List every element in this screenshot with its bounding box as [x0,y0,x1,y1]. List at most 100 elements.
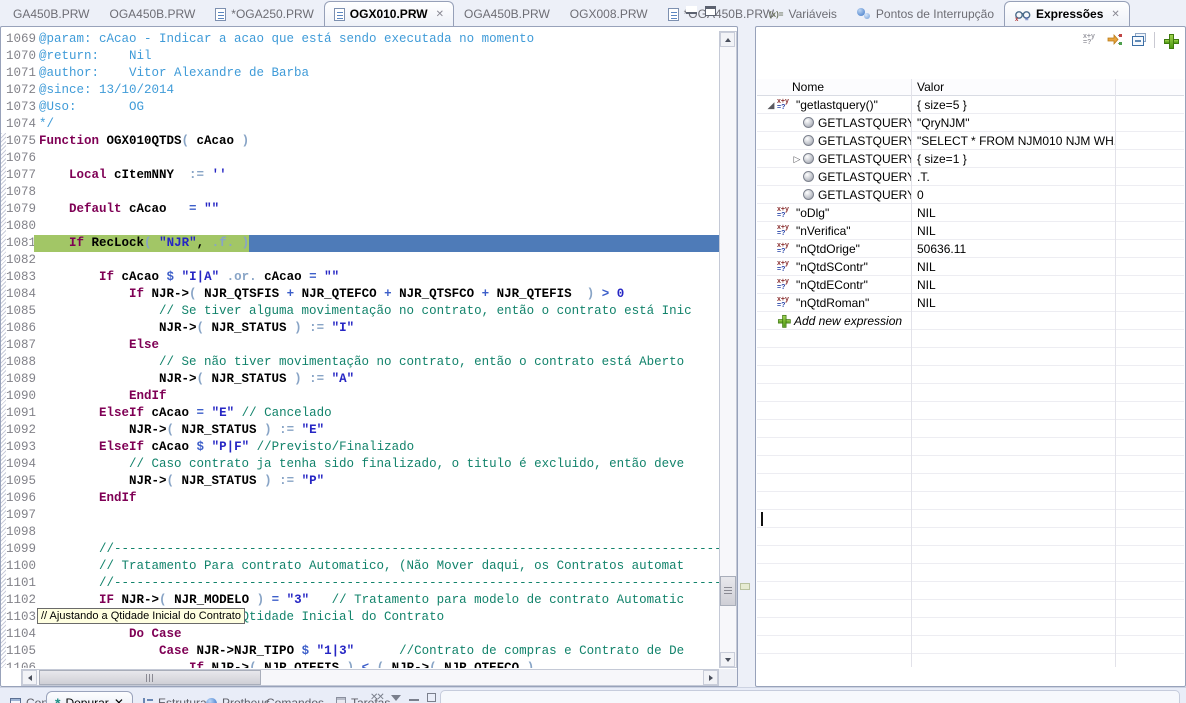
line-number[interactable]: 1102 [1,592,34,609]
code-line[interactable]: 1095 NJR->( NJR_STATUS ) := "P" [1,473,719,490]
table-row-empty[interactable] [757,456,1184,474]
code-line[interactable]: 1094 // Caso contrato ja tenha sido fina… [1,456,719,473]
code-text[interactable] [34,184,39,201]
code-text[interactable]: // Tratamento Para contrato Automatico, … [34,558,684,575]
minimize-icon[interactable] [409,694,419,701]
table-row-empty[interactable] [757,492,1184,510]
toolbar-show-logical-structure[interactable] [1106,32,1123,48]
code-area[interactable]: 1069@param: cAcao - Indicar a acao que e… [1,31,719,668]
code-text[interactable]: @since: 13/10/2014 [34,82,174,99]
cell-name[interactable]: x+y=?"oDlg" [757,204,911,221]
line-number[interactable]: 1081 [1,235,34,252]
code-text[interactable] [34,252,39,269]
expander-icon[interactable]: ◢ [765,96,777,113]
line-number[interactable]: 1079 [1,201,34,218]
line-number[interactable]: 1083 [1,269,34,286]
minimize-icon[interactable] [686,6,697,14]
table-row-empty[interactable] [757,600,1184,618]
code-text[interactable]: Else [34,337,159,354]
line-number[interactable]: 1105 [1,643,34,660]
editor-tab-ogx008prw[interactable]: OGX008.PRW [560,1,658,26]
line-number[interactable]: 1091 [1,405,34,422]
code-text[interactable]: Case NJR->NJR_TIPO $ "1|3" //Contrato de… [34,643,684,660]
cell-name[interactable]: GETLASTQUERY( [757,114,911,131]
code-text[interactable]: @param: cAcao - Indicar a acao que está … [34,31,534,48]
code-line[interactable]: 1080 [1,218,719,235]
table-row-empty[interactable] [757,654,1184,667]
cell-name[interactable] [757,348,911,365]
line-number[interactable]: 1104 [1,626,34,643]
table-row-empty[interactable] [757,618,1184,636]
code-line[interactable]: 1096 EndIf [1,490,719,507]
code-line[interactable]: 1093 ElseIf cAcao $ "P|F" //Previsto/Fin… [1,439,719,456]
cell-value[interactable]: "SELECT * FROM NJM010 NJM WH... [911,134,1115,148]
table-row-empty[interactable] [757,348,1184,366]
line-number[interactable]: 1096 [1,490,34,507]
code-line[interactable]: 1090 EndIf [1,388,719,405]
code-text[interactable]: If NJR->( NJR_QTEFIS ) < ( NJR->( NJR_QT… [34,660,534,668]
line-number[interactable]: 1077 [1,167,34,184]
code-text[interactable]: //--------------------------------------… [34,541,719,558]
line-number[interactable]: 1103 [1,609,34,626]
bottom-tab-tarefas[interactable]: Tarefas [328,691,398,703]
code-line[interactable]: 1106 If NJR->( NJR_QTEFIS ) < ( NJR->( N… [1,660,719,668]
cell-name[interactable] [757,420,911,437]
cell-name[interactable] [757,618,911,635]
table-row[interactable]: GETLASTQUERY(0 [757,186,1184,204]
line-number[interactable]: 1098 [1,524,34,541]
cell-value[interactable]: { size=1 } [911,152,1115,166]
code-text[interactable]: EndIf [34,388,167,405]
cell-name[interactable] [757,546,911,563]
code-text[interactable]: If cAcao $ "I|A" .or. cAcao = "" [34,269,339,286]
cell-name[interactable] [757,456,911,473]
code-line[interactable]: 1084 If NJR->( NJR_QTSFIS + NJR_QTEFCO +… [1,286,719,303]
code-line[interactable]: 1105 Case NJR->NJR_TIPO $ "1|3" //Contra… [1,643,719,660]
cell-name[interactable] [757,366,911,383]
table-row[interactable]: x+y=?"nQtdOrige"50636.11 [757,240,1184,258]
code-line[interactable]: 1087 Else [1,337,719,354]
code-text[interactable]: IF NJR->( NJR_MODELO ) = "3" // Tratamen… [34,592,684,609]
table-row[interactable]: x+y=?"nQtdEContr"NIL [757,276,1184,294]
code-text[interactable]: Default cAcao = "" [34,201,219,218]
close-icon[interactable]: ✕ [1111,9,1119,20]
cell-name[interactable]: x+y=?"nQtdEContr" [757,276,911,293]
code-text[interactable] [34,218,39,235]
cell-name[interactable] [757,474,911,491]
table-row-empty[interactable] [757,564,1184,582]
code-line[interactable]: 1104 Do Case [1,626,719,643]
cell-name[interactable]: Add new expression [757,312,911,329]
cell-name[interactable]: ▷GETLASTQUERY( [757,150,911,167]
vertical-scroll-thumb[interactable] [720,576,736,606]
cell-value[interactable]: { size=5 } [911,98,1115,112]
scroll-down-icon[interactable] [720,652,735,667]
line-number[interactable]: 1073 [1,99,34,116]
code-editor[interactable]: 1069@param: cAcao - Indicar a acao que e… [0,26,738,687]
cell-name[interactable] [757,402,911,419]
toolbar-add-expression[interactable] [1162,32,1179,48]
bottom-tab-depurar[interactable]: *Depurar✕ [46,691,133,703]
close-icon[interactable]: ✕ [114,696,124,703]
close-icon[interactable]: ✕ [436,9,444,20]
code-line[interactable]: 1074*/ [1,116,719,133]
code-text[interactable]: NJR->( NJR_STATUS ) := "P" [34,473,324,490]
table-row[interactable]: x+y=?"nQtdSContr"NIL [757,258,1184,276]
cell-value[interactable]: 0 [911,188,1115,202]
table-row-empty[interactable] [757,420,1184,438]
editor-tab-ogx010prw[interactable]: OGX010.PRW✕ [324,1,454,26]
line-number[interactable]: 1097 [1,507,34,524]
line-number[interactable]: 1069 [1,31,34,48]
code-line[interactable]: 1071@author: Vitor Alexandre de Barba [1,65,719,82]
cell-name[interactable] [757,438,911,455]
code-text[interactable]: EndIf [34,490,137,507]
table-row-empty[interactable] [757,510,1184,528]
column-divider[interactable] [1115,79,1116,667]
code-line[interactable]: 1070@return: Nil [1,48,719,65]
table-row-empty[interactable] [757,330,1184,348]
line-number[interactable]: 1084 [1,286,34,303]
editor-tab-oga250prw[interactable]: *OGA250.PRW [205,1,323,26]
code-line[interactable]: 1082 [1,252,719,269]
cell-name[interactable] [757,330,911,347]
line-number[interactable]: 1086 [1,320,34,337]
column-header-value[interactable]: Valor [911,79,1115,95]
cell-name[interactable] [757,600,911,617]
